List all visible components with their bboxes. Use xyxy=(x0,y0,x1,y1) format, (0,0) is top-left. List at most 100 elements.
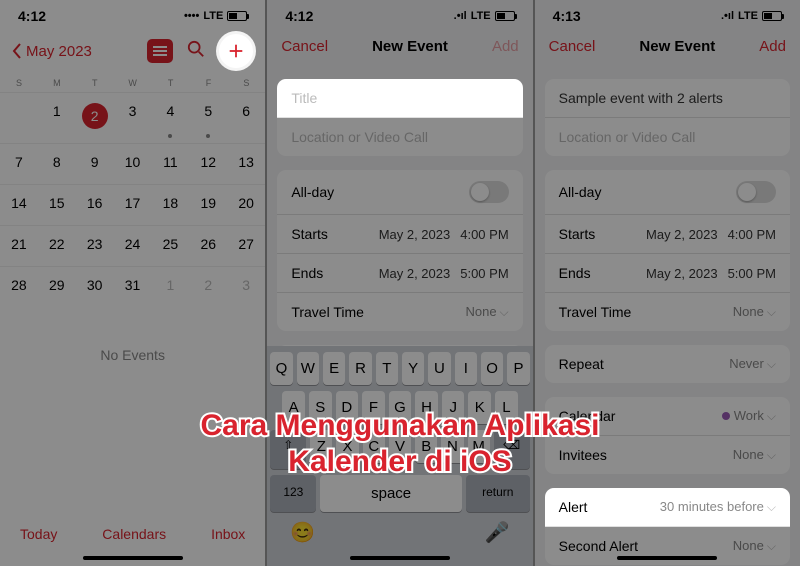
calendar-day[interactable]: 9 xyxy=(76,143,114,184)
allday-row[interactable]: All-day xyxy=(277,170,522,215)
calendar-day[interactable]: 18 xyxy=(152,184,190,225)
key-u[interactable]: U xyxy=(428,352,450,385)
status-network: .•ılLTE xyxy=(721,10,782,22)
key-p[interactable]: P xyxy=(507,352,529,385)
ends-row[interactable]: EndsMay 2, 20235:00 PM xyxy=(277,254,522,293)
allday-toggle[interactable] xyxy=(469,181,509,203)
overlay-caption: Cara Menggunakan Aplikasi Kalender di iO… xyxy=(50,408,750,480)
footer-inbox[interactable]: Inbox xyxy=(211,526,245,542)
numeric-key[interactable]: 123 xyxy=(270,475,316,512)
calendar-day[interactable]: 5 xyxy=(189,92,227,143)
calendar-day[interactable]: 24 xyxy=(114,225,152,266)
allday-row[interactable]: All-day xyxy=(545,170,790,215)
calendar-day[interactable]: 4 xyxy=(152,92,190,143)
starts-row[interactable]: StartsMay 2, 20234:00 PM xyxy=(277,215,522,254)
calendar-day[interactable]: 8 xyxy=(38,143,76,184)
battery-icon xyxy=(227,11,247,21)
emoji-key[interactable]: 😊 xyxy=(290,520,315,545)
status-time: 4:13 xyxy=(553,8,581,24)
title-input[interactable]: Sample event with 2 alerts xyxy=(545,79,790,118)
calendar-day[interactable]: 11 xyxy=(152,143,190,184)
key-o[interactable]: O xyxy=(481,352,503,385)
calendar-day[interactable]: 1 xyxy=(38,92,76,143)
chevron-icon: ⌵ xyxy=(767,305,776,319)
chevron-icon: ⌵ xyxy=(767,357,776,371)
calendar-day[interactable]: 2 xyxy=(76,92,114,143)
key-q[interactable]: Q xyxy=(270,352,292,385)
nav-title: New Event xyxy=(639,38,715,55)
calendar-day[interactable]: 20 xyxy=(227,184,265,225)
return-key[interactable]: return xyxy=(466,475,530,512)
calendar-day[interactable] xyxy=(0,92,38,143)
calendar-day[interactable]: 7 xyxy=(0,143,38,184)
key-e[interactable]: E xyxy=(323,352,345,385)
key-r[interactable]: R xyxy=(349,352,371,385)
chevron-icon: ⌵ xyxy=(767,409,776,423)
title-input[interactable]: Title xyxy=(277,79,522,118)
calendar-day[interactable]: 2 xyxy=(189,266,227,307)
calendar-day[interactable]: 6 xyxy=(227,92,265,143)
key-i[interactable]: I xyxy=(455,352,477,385)
calendar-day[interactable]: 19 xyxy=(189,184,227,225)
calendar-day[interactable]: 26 xyxy=(189,225,227,266)
calendar-day[interactable]: 29 xyxy=(38,266,76,307)
calendar-grid[interactable]: 1234567891011121314151617181920212223242… xyxy=(0,92,265,307)
nav-title: New Event xyxy=(372,38,448,55)
footer-calendars[interactable]: Calendars xyxy=(102,526,166,542)
search-icon[interactable] xyxy=(187,40,205,63)
calendar-day[interactable]: 3 xyxy=(114,92,152,143)
footer-today[interactable]: Today xyxy=(20,526,57,542)
back-button[interactable]: May 2023 xyxy=(12,43,92,60)
ends-row[interactable]: EndsMay 2, 20235:00 PM xyxy=(545,254,790,293)
calendar-day[interactable]: 1 xyxy=(152,266,190,307)
calendar-day[interactable]: 16 xyxy=(76,184,114,225)
calendar-day[interactable]: 28 xyxy=(0,266,38,307)
status-time: 4:12 xyxy=(285,8,313,24)
calendar-day[interactable]: 21 xyxy=(0,225,38,266)
key-w[interactable]: W xyxy=(297,352,319,385)
space-key[interactable]: space xyxy=(320,475,462,512)
calendar-day[interactable]: 25 xyxy=(152,225,190,266)
battery-icon xyxy=(762,11,782,21)
list-view-button[interactable] xyxy=(147,39,173,63)
cancel-button[interactable]: Cancel xyxy=(281,38,328,55)
calendar-day[interactable]: 27 xyxy=(227,225,265,266)
travel-row[interactable]: Travel TimeNone⌵ xyxy=(277,293,522,331)
calendar-day[interactable]: 3 xyxy=(227,266,265,307)
mic-key[interactable]: 🎤 xyxy=(485,520,510,545)
add-button[interactable]: Add xyxy=(492,38,519,55)
weekday-header: SMTWTFS xyxy=(0,74,265,92)
home-indicator[interactable] xyxy=(83,556,183,560)
phone-new-event-filled: 4:13 .•ılLTE Cancel New Event Add Sample… xyxy=(535,0,800,566)
calendar-day[interactable]: 30 xyxy=(76,266,114,307)
calendar-day[interactable]: 31 xyxy=(114,266,152,307)
calendar-day[interactable]: 23 xyxy=(76,225,114,266)
calendar-day[interactable]: 22 xyxy=(38,225,76,266)
cancel-button[interactable]: Cancel xyxy=(549,38,596,55)
battery-icon xyxy=(495,11,515,21)
status-time: 4:12 xyxy=(18,8,46,24)
phone-new-event-empty: 4:12 .•ılLTE Cancel New Event Add Title … xyxy=(267,0,534,566)
calendar-day[interactable]: 17 xyxy=(114,184,152,225)
add-button[interactable]: Add xyxy=(759,38,786,55)
add-event-button[interactable] xyxy=(219,34,253,68)
chevron-icon: ⌵ xyxy=(500,305,509,319)
home-indicator[interactable] xyxy=(617,556,717,560)
key-t[interactable]: T xyxy=(376,352,398,385)
alert-row[interactable]: Alert30 minutes before⌵ xyxy=(545,488,790,527)
starts-row[interactable]: StartsMay 2, 20234:00 PM xyxy=(545,215,790,254)
calendar-day[interactable]: 14 xyxy=(0,184,38,225)
chevron-icon: ⌵ xyxy=(767,448,776,462)
calendar-day[interactable]: 13 xyxy=(227,143,265,184)
key-y[interactable]: Y xyxy=(402,352,424,385)
calendar-day[interactable]: 12 xyxy=(189,143,227,184)
calendar-day[interactable]: 10 xyxy=(114,143,152,184)
calendar-day[interactable]: 15 xyxy=(38,184,76,225)
repeat-row[interactable]: RepeatNever⌵ xyxy=(545,345,790,383)
location-input[interactable]: Location or Video Call xyxy=(545,118,790,156)
chevron-icon: ⌵ xyxy=(767,500,776,514)
home-indicator[interactable] xyxy=(350,556,450,560)
travel-row[interactable]: Travel TimeNone⌵ xyxy=(545,293,790,331)
location-input[interactable]: Location or Video Call xyxy=(277,118,522,156)
allday-toggle[interactable] xyxy=(736,181,776,203)
